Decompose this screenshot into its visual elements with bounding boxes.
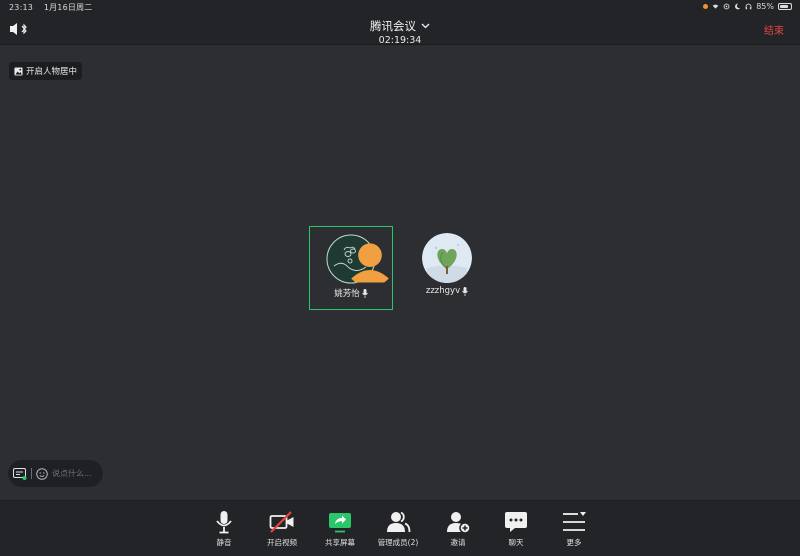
subtitles-icon[interactable] — [13, 467, 27, 480]
participant-name: zzzhgyv — [425, 286, 461, 296]
share-screen-button[interactable]: 共享屏幕 — [312, 510, 368, 548]
status-time: 23:13 — [9, 3, 34, 12]
avatar — [326, 234, 393, 284]
moon-icon — [735, 3, 741, 10]
share-screen-icon — [329, 513, 351, 533]
status-date: 1月16日周二 — [43, 3, 93, 12]
add-user-icon — [447, 512, 471, 534]
avatar — [422, 233, 472, 283]
headphones-icon — [745, 3, 752, 10]
emoji-icon[interactable] — [36, 467, 48, 480]
members-icon — [387, 511, 411, 533]
participant-name: 姚芳怡 — [334, 289, 360, 299]
more-label: 更多 — [566, 538, 582, 547]
chat-placeholder[interactable]: 说点什么... — [52, 468, 92, 479]
battery-fill — [780, 5, 789, 8]
participant-tile[interactable]: zzzhgyv — [405, 226, 489, 310]
microphone-icon — [462, 286, 468, 296]
meeting-toolbar: 静音 开启视频 共享屏幕 管理成员(2) 邀请 聊天 更多 — [0, 500, 800, 556]
invite-button[interactable]: 邀请 — [430, 510, 486, 548]
meeting-info[interactable]: 腾讯会议 02:19:34 — [0, 15, 800, 46]
chat-label: 聊天 — [508, 538, 524, 547]
participant-name-row: 姚芳怡 — [310, 287, 392, 299]
invite-label: 邀请 — [450, 538, 466, 547]
meeting-elapsed-time: 02:19:34 — [378, 35, 422, 46]
image-icon — [14, 66, 23, 76]
microphone-icon — [216, 511, 232, 534]
start-video-label: 开启视频 — [267, 538, 297, 547]
meeting-title[interactable]: 腾讯会议 — [370, 18, 430, 34]
meeting-header: 腾讯会议 02:19:34 结束 — [0, 14, 800, 46]
chat-input-bar[interactable]: 说点什么... — [8, 460, 103, 487]
video-off-icon — [269, 511, 294, 533]
participant-tile[interactable]: 姚芳怡 — [309, 226, 393, 310]
share-screen-label: 共享屏幕 — [325, 538, 355, 547]
host-icon — [347, 243, 393, 283]
status-time-date: 23:13 1月16日周二 — [9, 2, 92, 13]
status-indicators: 85% — [703, 2, 792, 11]
start-video-button[interactable]: 开启视频 — [254, 510, 310, 548]
manage-members-label: 管理成员(2) — [377, 538, 419, 547]
system-status-bar: 23:13 1月16日周二 85% — [0, 0, 800, 14]
more-button[interactable]: 更多 — [546, 510, 602, 548]
portrait-centering-label: 开启人物居中 — [26, 67, 78, 77]
chat-button[interactable]: 聊天 — [488, 510, 544, 548]
recording-dot-icon — [703, 4, 709, 9]
chevron-down-icon — [421, 23, 430, 29]
wifi-icon — [712, 4, 719, 9]
divider — [31, 468, 32, 479]
end-meeting-button[interactable]: 结束 — [764, 22, 784, 37]
portrait-centering-badge[interactable]: 开启人物居中 — [9, 62, 83, 80]
battery-percent: 85% — [756, 2, 774, 11]
participant-name-row: zzzhgyv — [405, 286, 489, 296]
microphone-icon — [361, 288, 368, 298]
mute-button[interactable]: 静音 — [196, 510, 252, 548]
meeting-title-text: 腾讯会议 — [370, 19, 416, 33]
location-icon — [723, 3, 730, 10]
more-menu-icon — [563, 512, 586, 531]
manage-members-button[interactable]: 管理成员(2) — [370, 510, 426, 548]
participant-avatar-image — [422, 233, 472, 283]
chat-bubble-icon — [505, 512, 527, 532]
battery-icon — [778, 3, 792, 10]
mute-label: 静音 — [216, 538, 232, 547]
